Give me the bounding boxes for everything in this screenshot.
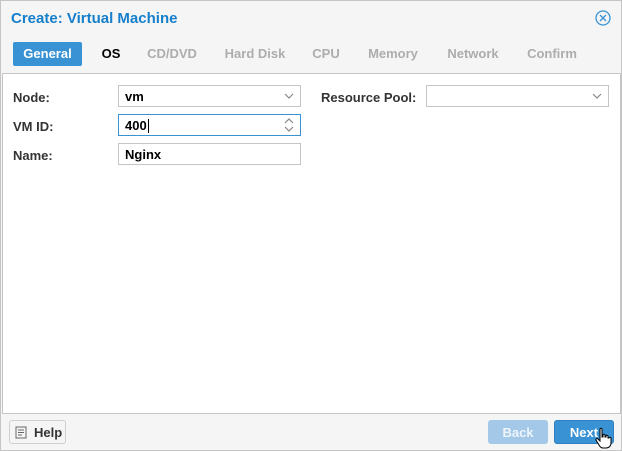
node-select[interactable]: vm bbox=[118, 85, 301, 107]
vmid-input[interactable]: 400 bbox=[118, 114, 301, 136]
resource-pool-label: Resource Pool: bbox=[321, 90, 417, 105]
name-input[interactable]: Nginx bbox=[118, 143, 301, 165]
resource-pool-select[interactable] bbox=[426, 85, 609, 107]
tab-cpu: CPU bbox=[312, 46, 340, 61]
name-value: Nginx bbox=[125, 147, 162, 162]
wizard-tabs: General OS CD/DVD Hard Disk CPU Memory N… bbox=[1, 39, 621, 69]
general-panel: Node: vm VM ID: 400 Name: Nginx Resource… bbox=[2, 73, 621, 414]
create-vm-dialog: Create: Virtual Machine General OS CD/DV… bbox=[0, 0, 622, 451]
tab-memory: Memory bbox=[368, 46, 418, 61]
back-button: Back bbox=[488, 420, 548, 444]
tab-os[interactable]: OS bbox=[93, 42, 129, 66]
tab-general[interactable]: General bbox=[13, 42, 82, 66]
tab-network: Network bbox=[447, 46, 499, 61]
tab-cd-dvd: CD/DVD bbox=[147, 46, 197, 61]
vmid-label: VM ID: bbox=[13, 119, 54, 134]
node-value: vm bbox=[125, 89, 144, 104]
text-caret bbox=[148, 119, 149, 133]
tab-confirm: Confirm bbox=[527, 46, 577, 61]
hand-cursor-icon bbox=[595, 427, 612, 449]
spinner-icon[interactable] bbox=[284, 117, 294, 133]
node-label: Node: bbox=[13, 90, 50, 105]
help-icon bbox=[15, 426, 27, 439]
vmid-value: 400 bbox=[125, 118, 147, 133]
help-label: Help bbox=[34, 425, 63, 440]
dialog-title: Create: Virtual Machine bbox=[11, 10, 178, 27]
tab-hard-disk: Hard Disk bbox=[224, 46, 286, 61]
name-label: Name: bbox=[13, 148, 53, 163]
help-button[interactable]: Help bbox=[9, 420, 66, 444]
dialog-footer: Help Back Next bbox=[1, 414, 621, 450]
chevron-down-icon[interactable] bbox=[592, 92, 602, 100]
close-icon[interactable] bbox=[595, 10, 611, 26]
chevron-down-icon[interactable] bbox=[284, 92, 294, 100]
